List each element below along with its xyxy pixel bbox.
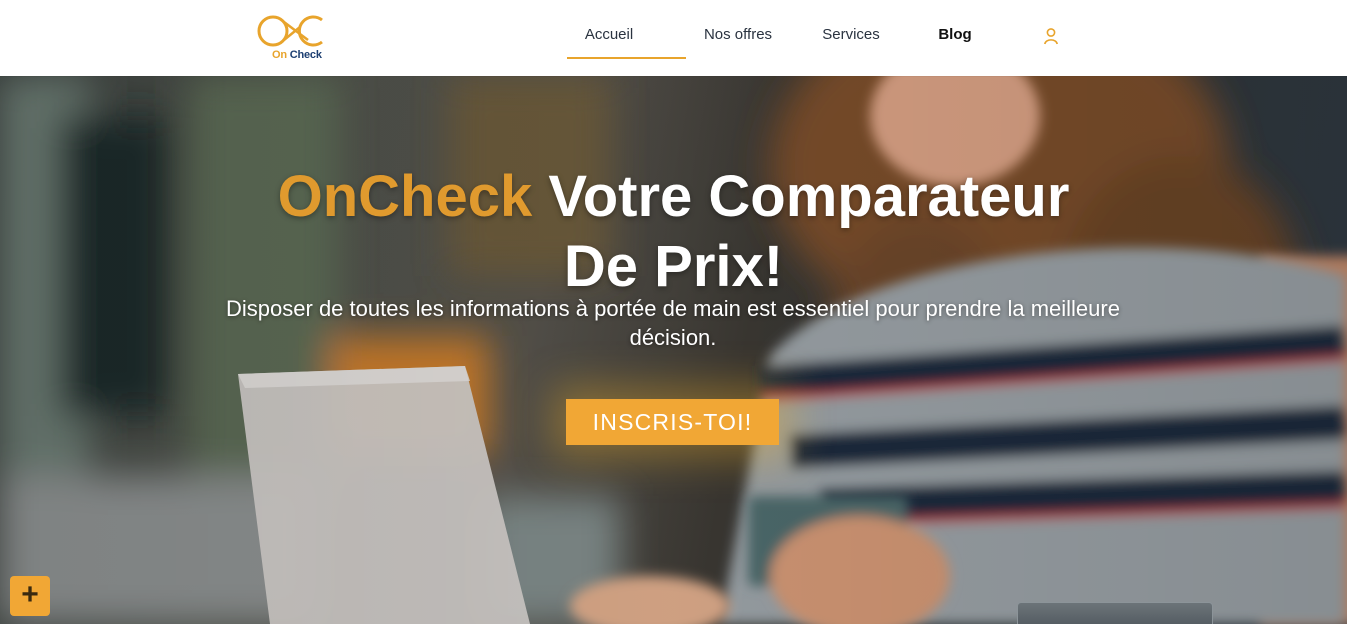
oncheck-logo[interactable]: On Check: [256, 10, 334, 64]
hero-section: OnCheck Votre Comparateur De Prix! Dispo…: [0, 76, 1347, 624]
hero-subtitle: Disposer de toutes les informations à po…: [226, 296, 1120, 350]
hero-title: OnCheck Votre Comparateur De Prix!: [0, 162, 1347, 302]
plus-icon[interactable]: +: [10, 576, 50, 616]
nav-services[interactable]: Services: [812, 0, 890, 70]
hero-title-brand: OnCheck: [277, 164, 533, 229]
logo-wordmark: On Check: [272, 49, 322, 61]
user-icon[interactable]: [1043, 27, 1059, 45]
hero-title-line2: De Prix!: [563, 234, 784, 299]
logo-on: On: [272, 49, 287, 61]
hero-title-line1: Votre Comparateur: [532, 164, 1070, 229]
logo-rings-icon: [257, 15, 323, 47]
site-header: On Check Accueil Nos offres Services Blo…: [0, 0, 1347, 76]
nav-accueil[interactable]: Accueil: [567, 0, 651, 70]
bottom-right-panel-tab[interactable]: [1017, 602, 1213, 624]
nav-active-underline: [567, 57, 686, 59]
nav-nos-offres[interactable]: Nos offres: [690, 0, 786, 70]
signup-cta-button[interactable]: INSCRIS-TOI!: [566, 399, 779, 445]
logo-check: Check: [289, 49, 322, 61]
nav-blog[interactable]: Blog: [930, 0, 980, 70]
